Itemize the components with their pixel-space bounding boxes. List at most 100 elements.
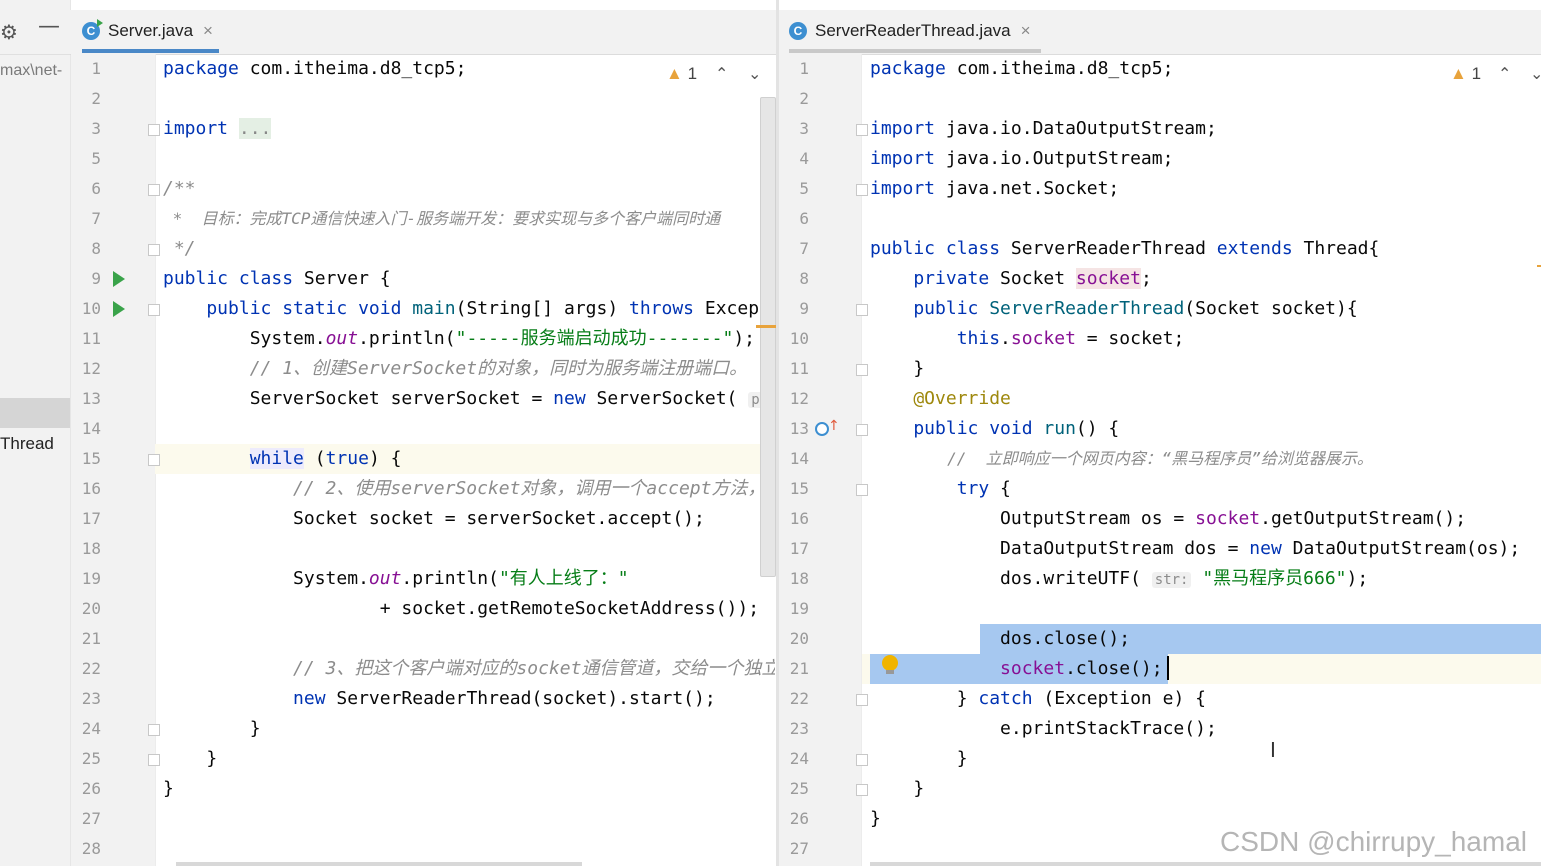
line-number: 10: [789, 329, 809, 348]
line-number: 18: [81, 539, 101, 558]
tab-serverreaderthread-java[interactable]: C ServerReaderThread.java ×: [789, 10, 1041, 53]
code-line-14: // 立即响应一个网页内容：“黑马程序员”给浏览器展示。: [870, 449, 1373, 468]
fold-icon[interactable]: [856, 484, 868, 496]
fold-icon[interactable]: [148, 304, 160, 316]
override-marker-icon[interactable]: [815, 422, 829, 436]
code-line-24: }: [870, 748, 968, 769]
code-line-3: import java.io.DataOutputStream;: [870, 118, 1217, 139]
fold-icon[interactable]: [148, 244, 160, 256]
line-number: 1: [799, 59, 809, 78]
tab-server-java[interactable]: C Server.java ×: [82, 10, 219, 53]
line-number: 16: [81, 479, 101, 498]
fold-icon[interactable]: [856, 694, 868, 706]
line-number: 25: [81, 749, 101, 768]
line-number: 13: [81, 389, 101, 408]
project-path: max\net-: [0, 62, 63, 79]
watermark: CSDN @chirrupy_hamal: [1220, 826, 1527, 857]
line-number: 14: [789, 449, 809, 468]
next-highlight-icon[interactable]: ⌄: [748, 64, 761, 83]
fold-icon[interactable]: [856, 784, 868, 796]
left-tab-bar: C Server.java ×: [70, 10, 776, 55]
code-line-1: package com.itheima.d8_tcp5;: [163, 58, 467, 79]
fold-icon[interactable]: [148, 754, 160, 766]
code-line-16: // 2、使用serverSocket对象，调用一个accept方法，等: [163, 478, 775, 499]
line-number: 7: [91, 209, 101, 228]
fold-icon[interactable]: [856, 124, 868, 136]
run-icon[interactable]: [113, 301, 125, 317]
line-number: 6: [799, 209, 809, 228]
code-line-4: import java.io.OutputStream;: [870, 148, 1174, 169]
right-gutter: 1 2 3 4 5 6 7 8 9 10 11 12 13 14 15 16 17 18 19 20 21 22 23 24 2…: [779, 54, 861, 866]
fold-icon[interactable]: [148, 454, 160, 466]
code-line-21: socket.close();: [1000, 658, 1163, 679]
code-line-15: while (true) {: [249, 448, 402, 469]
prev-highlight-icon[interactable]: ⌃: [715, 64, 728, 83]
close-tab-icon[interactable]: ×: [1021, 21, 1031, 41]
line-number: 26: [81, 779, 101, 798]
code-line-13: ServerSocket serverSocket = new ServerSo…: [163, 384, 775, 414]
line-number: 11: [81, 329, 101, 348]
code-line-10: this.socket = socket;: [870, 328, 1185, 349]
fold-icon[interactable]: [148, 184, 160, 196]
project-tree-item[interactable]: Thread: [0, 434, 54, 454]
code-line-25: }: [870, 778, 925, 799]
right-horizontal-scrollbar[interactable]: [870, 862, 1541, 866]
fold-icon[interactable]: [856, 754, 868, 766]
line-number: 27: [789, 839, 809, 858]
code-line-22: // 3、把这个客户端对应的socket通信管道，交给一个独立: [163, 658, 775, 679]
line-number: 15: [789, 479, 809, 498]
fold-icon[interactable]: [856, 364, 868, 376]
text-cursor-icon: I: [1270, 738, 1276, 762]
line-number: 21: [789, 659, 809, 678]
code-line-9: public class Server {: [163, 268, 391, 289]
code-line-12: @Override: [870, 388, 1011, 409]
fold-icon[interactable]: [856, 304, 868, 316]
line-number: 21: [81, 629, 101, 648]
code-line-22: } catch (Exception e) {: [870, 688, 1206, 709]
folded-imports: ...: [238, 118, 272, 139]
line-number: 25: [789, 779, 809, 798]
next-highlight-icon[interactable]: ⌄: [1530, 64, 1541, 83]
run-icon[interactable]: [113, 271, 125, 287]
left-horizontal-scrollbar[interactable]: [176, 862, 582, 866]
close-tab-icon[interactable]: ×: [203, 21, 213, 41]
code-line-25: }: [163, 748, 218, 769]
code-line-20: + socket.getRemoteSocketAddress());: [163, 598, 760, 619]
prev-highlight-icon[interactable]: ⌃: [1498, 64, 1511, 83]
line-number: 6: [91, 179, 101, 198]
code-line-17: Socket socket = serverSocket.accept();: [163, 508, 705, 529]
line-number: 12: [81, 359, 101, 378]
minimize-icon[interactable]: —: [38, 14, 60, 39]
code-line-8: */: [163, 238, 196, 259]
tab-label: Server.java: [108, 21, 194, 40]
go-to-super-icon[interactable]: ↑: [828, 418, 840, 434]
lightbulb-icon[interactable]: [882, 655, 898, 674]
project-toolbar: ⚙ —: [0, 0, 70, 55]
error-stripe-marker: [1537, 265, 1541, 267]
code-line-8: private Socket socket;: [870, 268, 1152, 289]
warning-indicator[interactable]: ▲ 1: [666, 64, 697, 84]
gear-icon[interactable]: ⚙: [0, 20, 18, 44]
left-vertical-scrollbar[interactable]: [760, 97, 776, 577]
code-line-17: DataOutputStream dos = new DataOutputStr…: [870, 538, 1521, 559]
code-line-23: e.printStackTrace();: [870, 718, 1217, 739]
fold-icon[interactable]: [148, 724, 160, 736]
fold-icon[interactable]: [148, 124, 160, 136]
line-number: 13: [789, 419, 809, 438]
line-number: 3: [91, 119, 101, 138]
fold-icon[interactable]: [856, 424, 868, 436]
line-number: 24: [789, 749, 809, 768]
line-number: 20: [789, 629, 809, 648]
text-caret: [1167, 656, 1169, 680]
code-line-5: import java.net.Socket;: [870, 178, 1120, 199]
code-line-10: public static void main(String[] args) t…: [163, 298, 776, 319]
line-number: 16: [789, 509, 809, 528]
line-number: 7: [799, 239, 809, 258]
fold-icon[interactable]: [856, 184, 868, 196]
code-line-18: dos.writeUTF( str: "黑马程序员666");: [870, 568, 1369, 589]
line-number: 8: [91, 239, 101, 258]
java-class-icon: C: [789, 22, 807, 40]
project-selected-row[interactable]: [0, 398, 70, 428]
warning-indicator[interactable]: ▲ 1: [1450, 64, 1481, 84]
line-number: 10: [81, 299, 101, 318]
